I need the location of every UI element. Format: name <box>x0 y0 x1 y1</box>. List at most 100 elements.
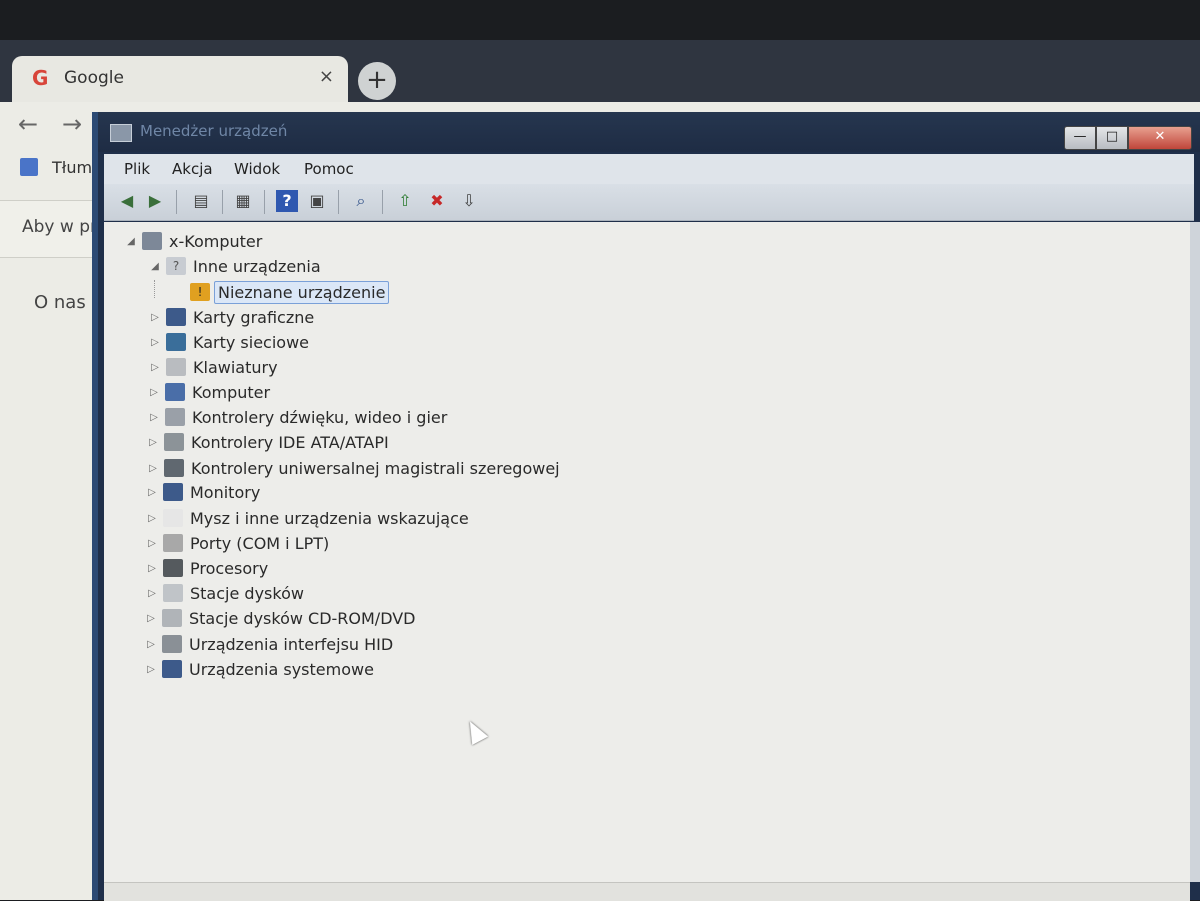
tree-label: Mysz i inne urządzenia wskazujące <box>190 508 469 528</box>
mouse-icon <box>163 509 183 527</box>
sound-icon <box>165 408 185 426</box>
tree-item-category[interactable]: ▷ Stacje dysków CD-ROM/DVD <box>144 606 419 630</box>
tree-item-category[interactable]: ▷ Procesory <box>145 556 271 580</box>
expand-arrow-icon[interactable]: ▷ <box>144 664 158 675</box>
close-icon[interactable]: × <box>319 66 334 87</box>
tree-item-category[interactable]: ▷ Klawiatury <box>148 355 281 379</box>
menu-view[interactable]: Widok <box>234 160 280 178</box>
processor-icon <box>163 559 183 577</box>
uninstall-icon[interactable]: ✖ <box>426 190 448 212</box>
tree-item-category[interactable]: ▷ Porty (COM i LPT) <box>145 531 332 555</box>
tree-item-category[interactable]: ▷ Mysz i inne urządzenia wskazujące <box>145 506 472 530</box>
expand-arrow-icon[interactable]: ▷ <box>145 563 159 574</box>
tree-item-category[interactable]: ▷ Urządzenia systemowe <box>144 657 377 681</box>
expand-arrow-icon[interactable]: ▷ <box>145 513 159 524</box>
show-hide-tree-icon[interactable]: ▤ <box>190 190 212 212</box>
menu-action[interactable]: Akcja <box>172 160 213 178</box>
google-icon: G <box>32 66 49 90</box>
tree-label: Stacje dysków CD-ROM/DVD <box>189 608 416 628</box>
update-driver-icon[interactable]: ⇧ <box>394 190 416 212</box>
keyboard-icon <box>166 358 186 376</box>
tree-label: Monitory <box>190 482 261 502</box>
back-arrow-icon[interactable]: ← <box>18 110 38 138</box>
disable-icon[interactable]: ⇩ <box>458 190 480 212</box>
port-icon <box>163 534 183 552</box>
tree-item-category[interactable]: ▷ Karty graficzne <box>148 305 317 329</box>
collapse-arrow-icon[interactable]: ◢ <box>148 261 162 272</box>
menu-help[interactable]: Pomoc <box>304 160 354 178</box>
hid-icon <box>162 635 182 653</box>
tree-item-unknown-device[interactable]: ! Nieznane urządzenie <box>172 280 390 304</box>
ide-controller-icon <box>164 433 184 451</box>
tree-connector <box>154 280 156 298</box>
maximize-button[interactable]: □ <box>1096 126 1128 150</box>
tree-item-category[interactable]: ▷ Karty sieciowe <box>148 330 312 354</box>
tree-label: Inne urządzenia <box>193 256 321 276</box>
menu-bar: Plik Akcja Widok Pomoc <box>104 154 1194 184</box>
tree-label: Karty sieciowe <box>193 332 310 352</box>
tab-title: Google <box>64 68 124 88</box>
help-icon[interactable]: ? <box>276 190 298 212</box>
menu-file[interactable]: Plik <box>124 160 150 178</box>
view-icon[interactable]: ▣ <box>306 190 328 212</box>
tree-label: Urządzenia interfejsu HID <box>189 634 394 654</box>
forward-icon[interactable]: ▶ <box>144 190 166 212</box>
caption-buttons: — □ ✕ <box>1064 126 1192 150</box>
tree-item-category[interactable]: ▷ Monitory <box>145 480 263 504</box>
title-bar[interactable]: Menedżer urządzeń — □ ✕ <box>98 112 1200 152</box>
tree-item-category[interactable]: ▷ Kontrolery uniwersalnej magistrali szer… <box>146 456 563 480</box>
expand-arrow-icon[interactable]: ▷ <box>144 639 158 650</box>
expand-arrow-icon[interactable]: ▷ <box>145 538 159 549</box>
toolbar-separator <box>222 190 223 214</box>
collapse-arrow-icon[interactable]: ◢ <box>124 236 138 247</box>
back-icon[interactable]: ◀ <box>116 190 138 212</box>
disk-drive-icon <box>163 584 183 602</box>
tree-label: Kontrolery IDE ATA/ATAPI <box>191 432 389 452</box>
tree-item-category[interactable]: ▷ Komputer <box>147 380 273 404</box>
expand-arrow-icon[interactable]: ▷ <box>147 412 161 423</box>
properties-icon[interactable]: ▦ <box>232 190 254 212</box>
expand-arrow-icon[interactable]: ▷ <box>145 588 159 599</box>
unknown-device-icon: ? <box>166 257 186 275</box>
minimize-button[interactable]: — <box>1064 126 1096 150</box>
forward-arrow-icon[interactable]: → <box>62 110 82 138</box>
toolbar-separator <box>338 190 339 214</box>
notice-text: Aby w pr <box>22 217 97 237</box>
new-tab-button[interactable]: + <box>358 62 396 100</box>
monitor-icon <box>163 483 183 501</box>
about-link[interactable]: O nas <box>34 292 86 313</box>
device-manager-icon <box>110 124 132 142</box>
toolbar-separator <box>176 190 177 214</box>
expand-arrow-icon[interactable]: ▷ <box>148 362 162 373</box>
expand-arrow-icon[interactable]: ▷ <box>144 613 158 624</box>
tab-google[interactable]: G Google × <box>12 56 348 102</box>
translate-icon <box>20 158 38 176</box>
tree-label: Porty (COM i LPT) <box>190 533 330 553</box>
tree-item-other-devices[interactable]: ◢ ? Inne urządzenia <box>148 254 324 278</box>
expand-arrow-icon[interactable]: ▷ <box>147 387 161 398</box>
expand-arrow-icon[interactable]: ▷ <box>145 487 159 498</box>
close-button[interactable]: ✕ <box>1128 126 1192 150</box>
tree-item-category[interactable]: ▷ Urządzenia interfejsu HID <box>144 632 396 656</box>
computer-icon <box>165 383 185 401</box>
display-adapter-icon <box>166 308 186 326</box>
expand-arrow-icon[interactable]: ▷ <box>146 437 160 448</box>
tree-item-category[interactable]: ▷ Stacje dysków <box>145 581 307 605</box>
tree-item-category[interactable]: ▷ Kontrolery dźwięku, wideo i gier <box>147 405 450 429</box>
tree-label: Nieznane urządzenie <box>214 280 390 304</box>
expand-arrow-icon[interactable]: ▷ <box>148 337 162 348</box>
tree-label: Procesory <box>190 558 269 578</box>
tree-label: Kontrolery dźwięku, wideo i gier <box>192 407 448 427</box>
warning-icon: ! <box>190 283 210 301</box>
tree-item-category[interactable]: ▷ Kontrolery IDE ATA/ATAPI <box>146 430 392 454</box>
scan-hardware-icon[interactable]: ⌕ <box>350 190 372 212</box>
network-adapter-icon <box>166 333 186 351</box>
expand-arrow-icon[interactable]: ▷ <box>146 463 160 474</box>
toolbar-separator <box>264 190 265 214</box>
tree-root[interactable]: ◢ x-Komputer <box>124 229 265 253</box>
tree-label: Stacje dysków <box>190 583 304 603</box>
expand-arrow-icon[interactable]: ▷ <box>148 312 162 323</box>
scrollbar[interactable] <box>1190 222 1200 882</box>
toolbar-separator <box>382 190 383 214</box>
tree-label: Klawiatury <box>193 357 278 377</box>
